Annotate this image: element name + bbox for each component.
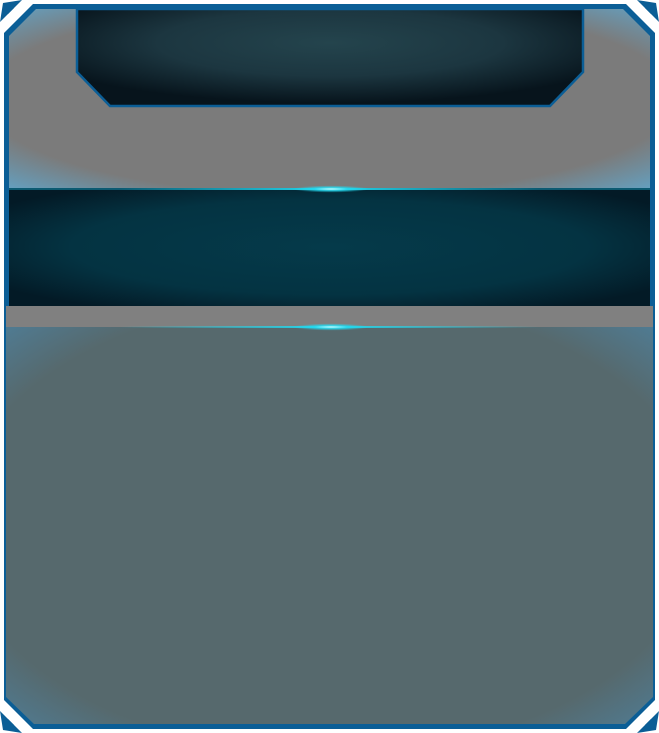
divider-glow-top-spot xyxy=(293,185,369,193)
divider-glow-bottom-spot xyxy=(293,323,369,331)
game-panel xyxy=(0,0,659,733)
panel-frame-svg xyxy=(0,0,659,733)
content-area xyxy=(6,327,653,724)
info-band xyxy=(9,188,650,306)
title-slot xyxy=(75,7,585,108)
